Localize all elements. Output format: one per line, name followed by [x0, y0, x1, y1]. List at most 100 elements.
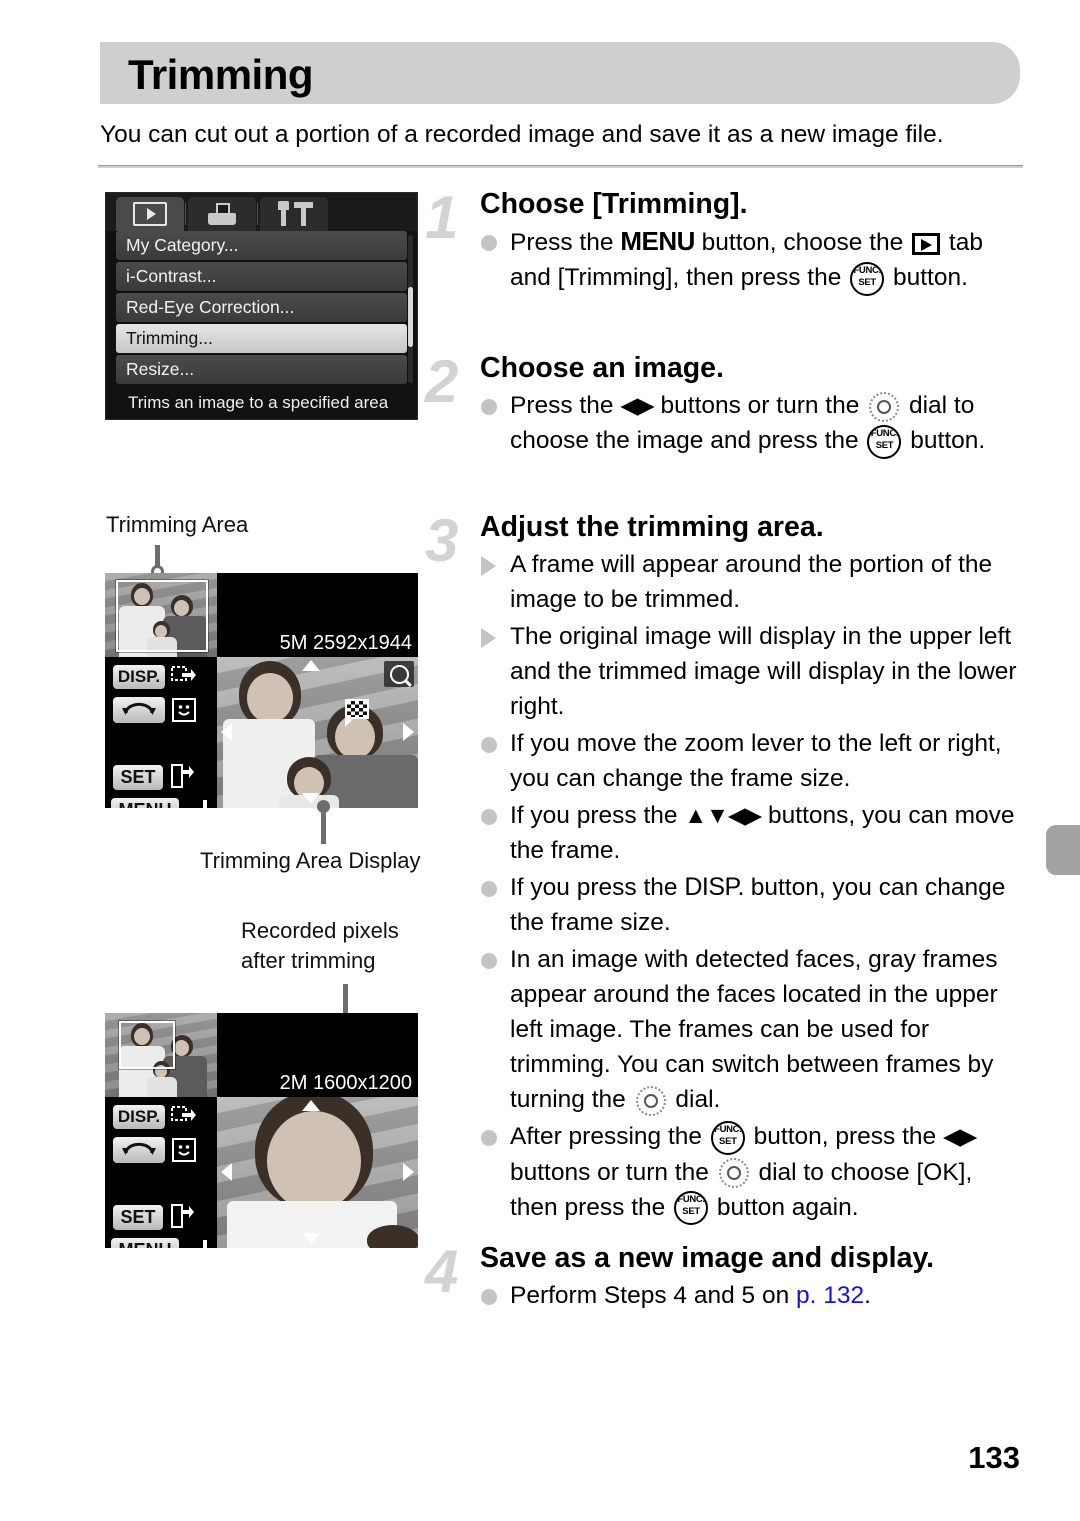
chapter-edge-tab	[1046, 825, 1080, 875]
playback-icon	[133, 202, 167, 226]
step-bullet: The original image will display in the u…	[425, 619, 1025, 724]
move-right-arrow-icon	[403, 1163, 414, 1181]
disp-button-icon: DISP.	[684, 873, 744, 901]
menu-tab-playback[interactable]	[116, 197, 184, 231]
printer-icon	[208, 203, 236, 225]
tools-icon	[278, 201, 313, 226]
info-panel: 2M 1600x1200	[217, 1013, 418, 1097]
trimming-area-frame	[119, 1021, 175, 1069]
step-bullet: Press the ◀▶ buttons or turn the dial to…	[425, 388, 1025, 459]
back-arrow-icon	[181, 796, 209, 808]
bullet-text-part: Press the	[510, 229, 621, 256]
step-bullet: If you press the ▲▼◀▶ buttons, you can m…	[425, 798, 1025, 868]
bullet-text-part: dial.	[668, 1086, 721, 1113]
preview-person-head	[367, 1225, 418, 1248]
original-image-thumbnail	[105, 1013, 217, 1097]
menu-item-my-category[interactable]: My Category...	[116, 231, 407, 260]
rotate-dial-hint-button[interactable]	[113, 697, 165, 723]
figures-column: My Category... i-Contrast... Red-Eye Cor…	[0, 0, 425, 1521]
recorded-pixels-label: 5M 2592x1944	[279, 632, 412, 654]
menu-item-i-contrast[interactable]: i-Contrast...	[116, 262, 407, 291]
page-number: 133	[968, 1440, 1020, 1475]
move-left-arrow-icon	[221, 1163, 232, 1181]
save-icon	[169, 763, 195, 790]
camera-screen-trimming-small: 2M 1600x1200 DISP. SET	[105, 1013, 418, 1248]
step-bullet: If you press the DISP. button, you can c…	[425, 870, 1025, 940]
func-set-button-icon: FUNC. SET	[850, 261, 885, 296]
disp-hint-button[interactable]: DISP.	[113, 665, 165, 689]
bullet-text-part: In an image with detected faces, gray fr…	[510, 946, 998, 1113]
menu-tab-print[interactable]	[185, 197, 256, 231]
control-hints-panel: DISP. SET	[105, 657, 217, 808]
bullet-text-part: buttons or turn the	[510, 1158, 716, 1186]
info-panel: 5M 2592x1944	[217, 573, 418, 657]
recorded-pixels-label: 2M 1600x1200	[279, 1072, 412, 1094]
photo-person-face	[174, 1040, 189, 1056]
bullet-text-part: If you press the	[510, 874, 685, 901]
menu-item-trimming[interactable]: Trimming...	[116, 324, 407, 353]
menu-help-text: Trims an image to a specified area	[106, 387, 417, 419]
checker-pointer-icon	[345, 718, 354, 727]
page-reference-link[interactable]: p. 132	[796, 1282, 864, 1309]
preview-person-face	[335, 715, 375, 759]
step-heading: Choose [Trimming].	[480, 188, 748, 220]
set-hint-button[interactable]: SET	[113, 1205, 163, 1230]
control-dial-icon	[635, 1085, 666, 1116]
step-bullet: If you move the zoom lever to the left o…	[425, 726, 1025, 796]
trimmed-image-preview	[217, 657, 418, 808]
func-set-button-icon: FUNC. SET	[867, 424, 902, 459]
bullet-text-part: Perform Steps 4 and 5 on	[510, 1282, 796, 1309]
menu-item-red-eye-correction[interactable]: Red-Eye Correction...	[116, 293, 407, 322]
bullet-text-part: button, press the	[746, 1123, 943, 1150]
bullet-dot-icon	[481, 399, 497, 415]
face-detect-icon	[171, 1137, 197, 1163]
callout-label-trimming-area: Trimming Area	[106, 512, 249, 537]
move-up-arrow-icon	[302, 1100, 320, 1111]
magnifier-icon	[384, 661, 414, 687]
bullet-text: A frame will appear around the portion o…	[510, 551, 993, 613]
step-3: 3 Adjust the trimming area. A frame will…	[425, 509, 1025, 1226]
func-set-button-icon: FUNC. SET	[674, 1191, 709, 1226]
bullet-text-part: button.	[903, 427, 986, 454]
disp-hint-button[interactable]: DISP.	[113, 1105, 165, 1129]
bullet-triangle-icon	[481, 556, 496, 576]
back-arrow-icon	[181, 1236, 209, 1248]
trimmed-image-preview	[217, 1097, 418, 1248]
menu-hint-button[interactable]: MENU	[111, 798, 179, 808]
face-detect-icon	[171, 697, 197, 723]
menu-hint-button[interactable]: MENU	[111, 1238, 179, 1248]
bullet-dot-icon	[481, 737, 497, 753]
set-hint-button[interactable]: SET	[113, 765, 163, 790]
bullet-text-part: If you press the	[510, 802, 685, 829]
rotate-dial-hint-button[interactable]	[113, 1137, 165, 1163]
four-way-buttons-icon: ▲▼◀▶	[684, 802, 762, 828]
step-bullet: Perform Steps 4 and 5 on p. 132.	[425, 1278, 1025, 1313]
bullet-text-part: button again.	[710, 1193, 859, 1221]
move-left-arrow-icon	[221, 723, 232, 741]
menu-tab-settings[interactable]	[257, 197, 328, 231]
photo-person-body	[147, 1077, 177, 1097]
menu-item-resize[interactable]: Resize...	[116, 355, 407, 384]
func-set-button-icon: FUNC. SET	[710, 1120, 745, 1155]
step-heading: Choose an image.	[480, 352, 724, 384]
preview-person-face	[247, 673, 293, 723]
move-down-arrow-icon	[302, 1233, 320, 1244]
step-1: 1 Choose [Trimming]. Press the MENU butt…	[425, 186, 1025, 296]
menu-item-list: My Category... i-Contrast... Red-Eye Cor…	[106, 231, 417, 386]
bullet-text: The original image will display in the u…	[510, 623, 1017, 720]
control-dial-icon	[718, 1158, 749, 1189]
menu-scrollbar[interactable]	[408, 235, 413, 383]
callout-leader-line	[321, 806, 326, 844]
bullet-text-part: dial to choose	[751, 1158, 917, 1186]
move-right-arrow-icon	[403, 723, 414, 741]
bullet-dot-icon	[481, 235, 497, 251]
step-2: 2 Choose an image. Press the ◀▶ buttons …	[425, 350, 1025, 459]
camera-screen-trimming-large: 5M 2592x1944 DISP. SET	[105, 573, 418, 808]
step-bullet: Press the MENU button, choose the tab an…	[425, 224, 1025, 296]
menu-button-icon: MENU	[620, 226, 695, 256]
crop-icon	[171, 664, 197, 688]
checker-pattern-icon	[345, 699, 369, 719]
original-image-thumbnail	[105, 573, 217, 657]
bullet-dot-icon	[481, 809, 497, 825]
step-bullet: After pressing the FUNC. SET button, pres…	[425, 1119, 1025, 1226]
